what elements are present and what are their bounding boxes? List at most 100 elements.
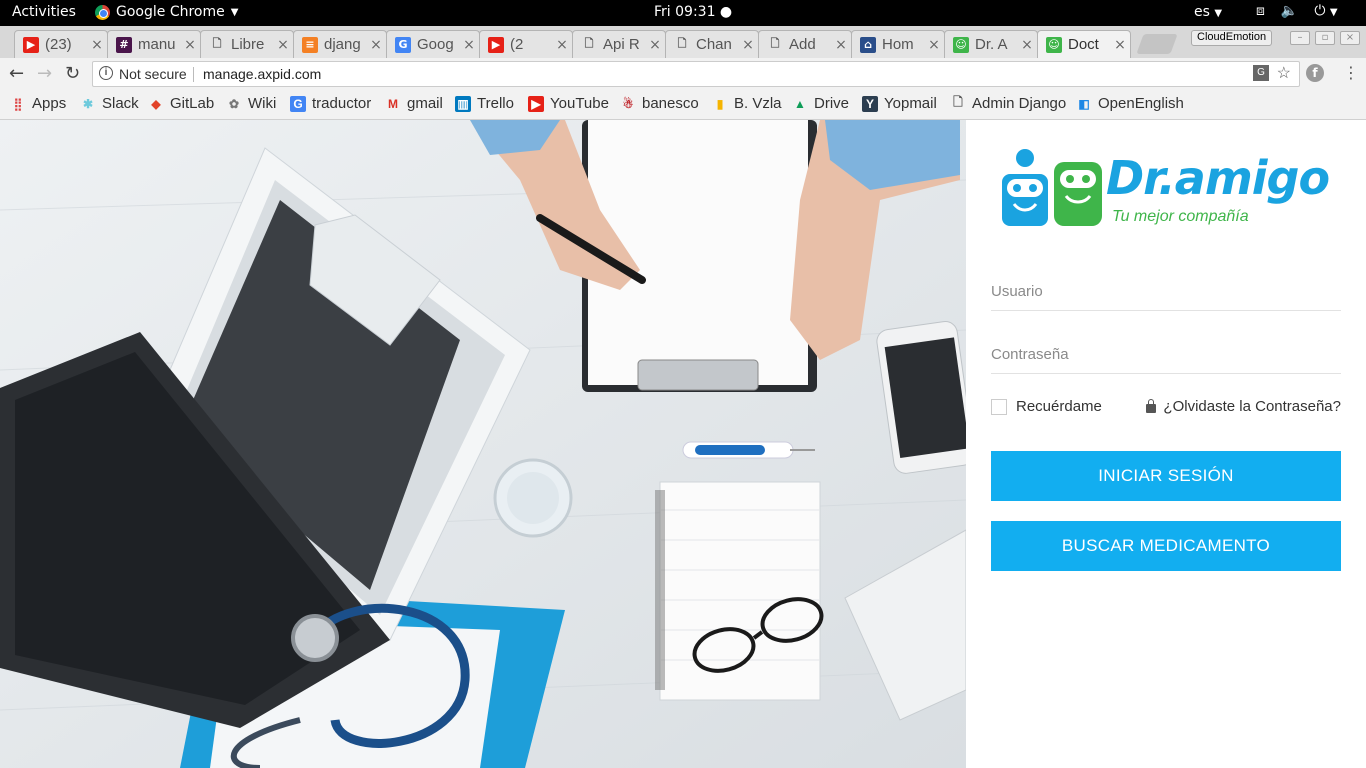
divider <box>193 67 194 82</box>
bookmark-label: traductor <box>312 95 372 112</box>
bookmark-label: Apps <box>32 95 67 112</box>
extension-icon[interactable]: f <box>1306 64 1324 82</box>
close-window-button[interactable]: × <box>1340 31 1360 45</box>
bookmark-banesco[interactable]: ☃ banesco <box>620 95 699 112</box>
close-tab-icon[interactable]: × <box>91 37 103 53</box>
bookmark-label: B. Vzla <box>734 95 782 112</box>
back-button[interactable]: ← <box>9 63 24 84</box>
address-bar[interactable]: i Not secure manage.axpid.com G ☆ <box>92 61 1300 87</box>
username-input[interactable] <box>991 273 1341 310</box>
bookmark-star-icon[interactable]: ☆ <box>1277 63 1291 83</box>
tab-strip: ▶ (23) × # manu × 🗋 Libre × ≡ djang × G Goog × ▶ (2 × 🗋 Api… <box>0 26 1366 58</box>
close-tab-icon[interactable]: × <box>556 37 568 53</box>
page-icon: 🗋 <box>212 37 222 50</box>
search-medicine-button[interactable]: BUSCAR MEDICAMENTO <box>991 521 1341 571</box>
volume-icon: 🔈 <box>1280 3 1299 19</box>
bookmark-openenglish[interactable]: ◧ OpenEnglish <box>1076 95 1184 112</box>
tab-title: Add <box>789 36 816 53</box>
lock-icon <box>1146 398 1157 413</box>
new-tab-button[interactable] <box>1136 34 1178 54</box>
minimize-button[interactable]: – <box>1290 31 1310 45</box>
wiki-icon: ✿ <box>228 96 240 111</box>
browser-tab[interactable]: ▶ (2 × <box>479 30 573 58</box>
bookmark-slack[interactable]: ✱ Slack <box>80 95 139 112</box>
close-tab-icon[interactable]: × <box>1114 37 1126 53</box>
close-tab-icon[interactable]: × <box>184 37 196 53</box>
browser-tab[interactable]: ☺ Dr. A × <box>944 30 1038 58</box>
translate-icon[interactable]: G <box>1253 65 1269 81</box>
apps-grid-icon: ⣿ <box>13 96 23 111</box>
system-menu[interactable]: ⧈ 🔈 ⏻ ▼ <box>1256 3 1338 19</box>
browser-tab[interactable]: 🗋 Libre × <box>200 30 294 58</box>
browser-tab[interactable]: ▶ (23) × <box>14 30 108 58</box>
browser-tab[interactable]: 🗋 Api R × <box>572 30 666 58</box>
tab-title: Api R <box>603 36 640 53</box>
remember-me[interactable]: Recuérdame <box>991 398 1102 415</box>
bookmark-wiki[interactable]: ✿ Wiki <box>226 95 276 112</box>
page-icon: 🗋 <box>677 37 687 50</box>
bookmark-trello[interactable]: ▥ Trello <box>455 95 514 112</box>
chrome-menu-icon[interactable]: ⋮ <box>1343 63 1359 82</box>
tab-title: Doct <box>1068 36 1099 53</box>
google-translate-icon: G <box>290 95 306 112</box>
bookmark-label: Admin Django <box>972 95 1067 112</box>
close-tab-icon[interactable]: × <box>1021 37 1033 53</box>
activities-button[interactable]: Activities <box>12 4 76 20</box>
bookmark-gitlab[interactable]: ◆ GitLab <box>148 95 214 112</box>
network-icon: ⧈ <box>1256 3 1265 19</box>
browser-tab[interactable]: # manu × <box>107 30 201 58</box>
remember-checkbox[interactable] <box>991 398 1007 415</box>
browser-tab[interactable]: ≡ djang × <box>293 30 387 58</box>
profile-button[interactable]: CloudEmotion <box>1191 30 1273 46</box>
close-tab-icon[interactable]: × <box>649 37 661 53</box>
bookmark-apps[interactable]: ⣿ Apps <box>10 95 67 112</box>
browser-tab[interactable]: ⌂ Hom × <box>851 30 945 58</box>
bookmark-gmail[interactable]: Mgmail <box>385 95 443 112</box>
bookmark-traductor[interactable]: Gtraductor <box>290 95 371 112</box>
tab-title: (23) <box>45 36 72 53</box>
bookmark-youtube[interactable]: ▶ YouTube <box>528 95 609 112</box>
app-menu[interactable]: Google Chrome ▼ <box>95 4 238 20</box>
login-button[interactable]: INICIAR SESIÓN <box>991 451 1341 501</box>
bookmark-label: OpenEnglish <box>1098 95 1184 112</box>
maximize-button[interactable]: ▫ <box>1315 31 1335 45</box>
password-field <box>991 336 1341 374</box>
close-tab-icon[interactable]: × <box>370 37 382 53</box>
page-icon: 🗋 <box>953 95 963 109</box>
info-icon[interactable]: i <box>99 66 113 80</box>
url-text[interactable]: manage.axpid.com <box>203 66 321 82</box>
browser-tab[interactable]: 🗋 Chan × <box>665 30 759 58</box>
language-selector[interactable]: es ▼ <box>1194 4 1222 20</box>
gitlab-icon: ◆ <box>151 96 161 111</box>
close-tab-icon[interactable]: × <box>463 37 475 53</box>
gnome-top-bar: Activities Google Chrome ▼ Fri 09:31 ● e… <box>0 0 1366 26</box>
page-icon: 🗋 <box>770 37 780 50</box>
bookmark-yopmail[interactable]: Y Yopmail <box>862 95 937 112</box>
browser-tab[interactable]: 🗋 Add × <box>758 30 852 58</box>
chevron-down-icon: ▼ <box>1214 8 1223 19</box>
clock[interactable]: Fri 09:31 ● <box>654 4 732 20</box>
bookmark-label: YouTube <box>550 95 609 112</box>
password-input[interactable] <box>991 336 1341 373</box>
reload-button[interactable]: ↻ <box>65 63 80 84</box>
close-tab-icon[interactable]: × <box>742 37 754 53</box>
forgot-password-link[interactable]: ¿Olvidaste la Contraseña? <box>1146 398 1341 415</box>
bookmark-label: banesco <box>642 95 699 112</box>
close-tab-icon[interactable]: × <box>928 37 940 53</box>
chrome-icon <box>95 4 110 20</box>
hero-image <box>0 120 966 768</box>
forward-button[interactable]: → <box>37 63 52 84</box>
slack-icon: # <box>116 36 132 53</box>
close-tab-icon[interactable]: × <box>277 37 289 53</box>
tab-title: Dr. A <box>975 36 1008 53</box>
desk-illustration <box>0 120 966 768</box>
username-field <box>991 273 1341 311</box>
browser-tab[interactable]: ☺ Doct × <box>1037 30 1131 58</box>
browser-tab[interactable]: G Goog × <box>386 30 480 58</box>
close-tab-icon[interactable]: × <box>835 37 847 53</box>
tab-title: (2 <box>510 36 524 53</box>
bookmark-b-vzla[interactable]: ▮ B. Vzla <box>712 95 782 112</box>
bookmarks-bar: ⣿ Apps ✱ Slack ◆ GitLab ✿ Wiki Gtraductor Mgmail ▥… <box>0 90 1366 120</box>
bookmark-drive[interactable]: ▲ Drive <box>792 95 849 112</box>
bookmark-admin-django[interactable]: 🗋 Admin Django <box>950 95 1066 112</box>
